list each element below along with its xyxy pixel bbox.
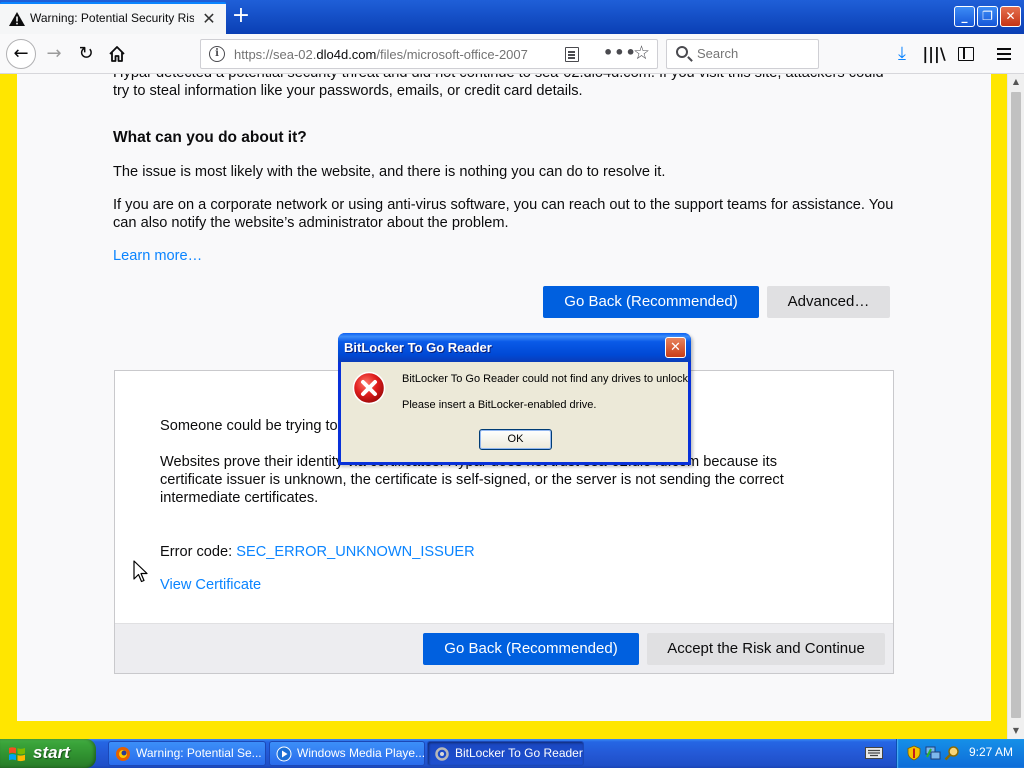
dialog-close-button[interactable]: ✕	[665, 337, 686, 358]
tab-security-warning[interactable]: Warning: Potential Security Risk Ahead ✕	[0, 2, 226, 34]
taskbar-item-label: Warning: Potential Se...	[136, 746, 262, 760]
media-player-icon	[276, 746, 292, 762]
error-icon	[352, 371, 386, 405]
start-button[interactable]: start	[0, 739, 96, 768]
taskbar-item-label: Windows Media Playe...	[297, 746, 425, 760]
taskbar-item-media-player[interactable]: Windows Media Playe...	[269, 741, 425, 766]
clock: 9:27 AM	[969, 745, 1014, 759]
issue-paragraph: The issue is most likely with the websit…	[113, 164, 666, 180]
search-icon	[676, 46, 688, 58]
sidebar-button[interactable]	[952, 40, 980, 68]
forward-button[interactable]: →	[40, 40, 68, 68]
go-back-button[interactable]: Go Back (Recommended)	[543, 286, 759, 318]
reload-button[interactable]: ↻	[72, 40, 100, 68]
accept-risk-button[interactable]: Accept the Risk and Continue	[647, 633, 885, 665]
navigation-toolbar: ← → ↻ i https://sea-02.dlo4d.com/files/m…	[0, 34, 1024, 74]
reader-view-icon[interactable]	[565, 47, 579, 62]
window-close-button[interactable]: ✕	[1000, 6, 1021, 27]
taskbar: start Warning: Potential Se... Windows M…	[0, 739, 1024, 768]
library-icon: |||\	[922, 44, 946, 63]
start-label: start	[33, 743, 70, 762]
site-info-icon[interactable]: i	[209, 46, 225, 62]
advanced-panel-footer: Go Back (Recommended) Accept the Risk an…	[115, 623, 893, 673]
mouse-cursor-icon	[133, 560, 148, 583]
taskbar-item-bitlocker[interactable]: BitLocker To Go Reader	[427, 741, 584, 766]
downloads-button[interactable]: ⤓	[888, 40, 916, 68]
url-bar[interactable]: i https://sea-02.dlo4d.com/files/microso…	[200, 39, 658, 69]
dialog-body: BitLocker To Go Reader could not find an…	[341, 362, 688, 462]
maximize-button[interactable]: ❐	[977, 6, 998, 27]
menu-button[interactable]	[990, 40, 1018, 68]
dialog-titlebar[interactable]: BitLocker To Go Reader ✕	[338, 333, 691, 362]
url-text[interactable]: https://sea-02.dlo4d.com/files/microsoft…	[234, 47, 529, 62]
hamburger-icon	[997, 48, 1011, 50]
windows-flag-icon	[9, 747, 25, 762]
tab-title: Warning: Potential Security Risk Ahead	[30, 11, 194, 25]
dialog-instruction: Please insert a BitLocker-enabled drive.	[402, 399, 597, 411]
browser-tab-bar: Warning: Potential Security Risk Ahead ✕…	[0, 0, 1024, 34]
search-tray-icon[interactable]	[944, 745, 960, 761]
back-button[interactable]: ←	[6, 39, 36, 69]
advanced-button[interactable]: Advanced…	[767, 286, 890, 318]
network-icon[interactable]	[925, 745, 941, 761]
new-tab-button[interactable]: +	[229, 5, 253, 29]
about-heading: What can you do about it?	[113, 129, 307, 146]
error-code-line: Error code: SEC_ERROR_UNKNOWN_ISSUER	[160, 543, 475, 561]
view-certificate-link[interactable]: View Certificate	[160, 576, 261, 594]
home-button[interactable]	[103, 40, 131, 68]
search-bar[interactable]	[666, 39, 819, 69]
scrollbar-thumb[interactable]	[1011, 92, 1021, 718]
search-input[interactable]	[697, 46, 812, 61]
forward-arrow-icon: →	[46, 43, 62, 64]
taskbar-item-label: BitLocker To Go Reader	[455, 746, 583, 760]
home-icon	[109, 46, 125, 62]
taskbar-item-firefox[interactable]: Warning: Potential Se...	[108, 741, 266, 766]
bookmark-star-icon[interactable]: ☆	[633, 42, 650, 64]
learn-more-link[interactable]: Learn more…	[113, 247, 202, 265]
library-button[interactable]: |||\	[920, 40, 948, 68]
bitlocker-dialog: BitLocker To Go Reader ✕ BitLocker To Go…	[338, 333, 691, 465]
corporate-network-paragraph: If you are on a corporate network or usi…	[113, 197, 894, 231]
security-shield-icon[interactable]	[906, 745, 922, 761]
error-code-label: Error code:	[160, 544, 237, 560]
go-back-button-bottom[interactable]: Go Back (Recommended)	[423, 633, 639, 665]
threat-description: Hypar detected a potential security thre…	[113, 74, 884, 99]
dialog-title: BitLocker To Go Reader	[344, 340, 492, 355]
minimize-button[interactable]: _	[954, 6, 975, 27]
tab-close-icon[interactable]: ✕	[200, 10, 218, 28]
error-code-link[interactable]: SEC_ERROR_UNKNOWN_ISSUER	[236, 544, 474, 560]
scroll-down-icon[interactable]: ▼	[1008, 723, 1024, 739]
back-arrow-icon: ←	[13, 43, 29, 64]
firefox-icon	[116, 747, 130, 761]
ok-button[interactable]: OK	[479, 429, 552, 450]
download-icon: ⤓	[898, 43, 906, 64]
dialog-message: BitLocker To Go Reader could not find an…	[402, 373, 688, 385]
page-actions-icon[interactable]: •••	[603, 43, 637, 62]
warning-icon	[9, 12, 25, 26]
bitlocker-icon	[435, 747, 449, 761]
vertical-scrollbar[interactable]: ▲ ▼	[1007, 74, 1024, 739]
keyboard-icon[interactable]	[865, 746, 883, 760]
scroll-up-icon[interactable]: ▲	[1008, 74, 1024, 90]
system-tray: 9:27 AM	[896, 739, 1024, 768]
sidebar-icon	[958, 47, 974, 61]
reload-icon: ↻	[78, 43, 94, 64]
